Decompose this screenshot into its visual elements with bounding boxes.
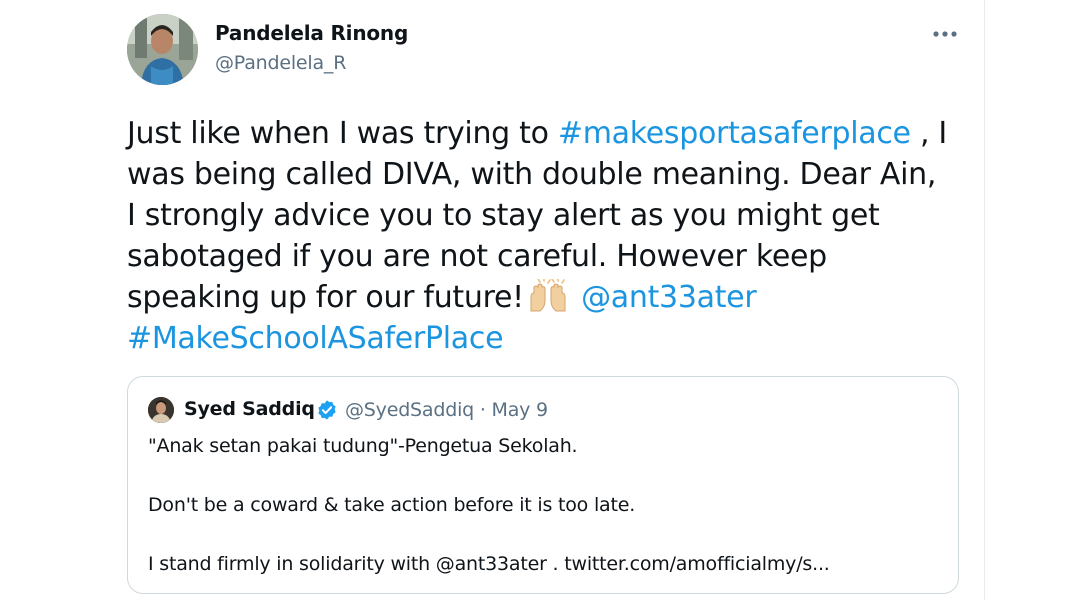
quoted-text-line: Don't be a coward & take action before i… <box>148 494 636 516</box>
quoted-author-name[interactable]: Syed Saddiq <box>184 398 315 420</box>
tweet-text-line: sabotaged if you are not careful. Howeve… <box>127 236 962 277</box>
timeline-divider <box>984 0 985 600</box>
author-avatar-image <box>127 14 198 85</box>
more-horizontal-icon <box>933 31 957 37</box>
tweet-text-segment: I strongly advice you to stay alert as y… <box>127 198 880 233</box>
author-handle[interactable]: @Pandelela_R <box>215 52 346 74</box>
hashtag-link[interactable]: #MakeSchoolASaferPlace <box>127 321 504 356</box>
more-options-button[interactable] <box>928 20 962 48</box>
tweet-text-segment <box>572 280 581 315</box>
author-avatar[interactable] <box>127 14 198 85</box>
tweet-text-line: #MakeSchoolASaferPlace <box>127 318 962 359</box>
tweet-text-segment: , I <box>910 116 947 151</box>
tweet-body: Just like when I was trying to #makespor… <box>127 113 962 359</box>
quoted-text-line: "Anak setan pakai tudung"-Pengetua Sekol… <box>148 435 578 457</box>
quoted-text-line: I stand firmly in solidarity with @ant33… <box>148 553 830 575</box>
tweet-text-segment: sabotaged if you are not careful. Howeve… <box>127 239 827 274</box>
tweet-text-line: speaking up for our future! @ant33ater <box>127 277 962 318</box>
quoted-author-avatar-image <box>148 397 174 423</box>
verified-badge-icon <box>318 400 336 420</box>
raising-hands-emoji <box>528 277 568 313</box>
tweet-text-line: Just like when I was trying to #makespor… <box>127 113 962 154</box>
author-display-name[interactable]: Pandelela Rinong <box>215 21 408 45</box>
quoted-author-handle-date[interactable]: @SyedSaddiq · May 9 <box>345 399 548 421</box>
mention-link[interactable]: @ant33ater <box>581 280 757 315</box>
tweet-text-segment: speaking up for our future! <box>127 280 524 315</box>
quoted-tweet-card[interactable]: Syed Saddiq @SyedSaddiq · May 9 "Anak se… <box>127 376 959 594</box>
tweet-text-segment: was being called DIVA, with double meani… <box>127 157 937 192</box>
hashtag-link[interactable]: #makesportasaferplace <box>558 116 911 151</box>
tweet-text-line: was being called DIVA, with double meani… <box>127 154 962 195</box>
tweet-text-line: I strongly advice you to stay alert as y… <box>127 195 962 236</box>
quoted-author-avatar[interactable] <box>148 397 174 423</box>
tweet-text-segment: Just like when I was trying to <box>127 116 558 151</box>
